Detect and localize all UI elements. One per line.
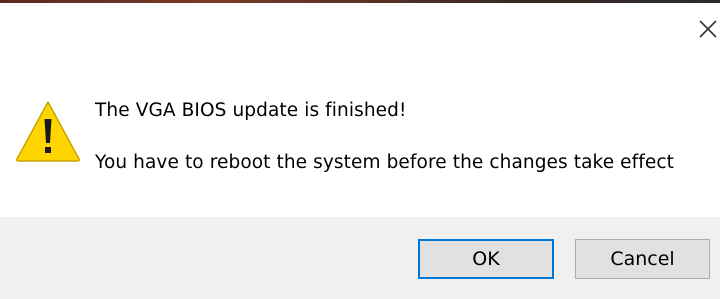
close-icon — [699, 20, 717, 38]
message-dialog: The VGA BIOS update is finished! You hav… — [0, 3, 720, 299]
primary-message: The VGA BIOS update is finished! — [95, 100, 407, 121]
cancel-button[interactable]: Cancel — [575, 239, 710, 279]
dialog-footer: OK Cancel — [0, 217, 720, 299]
warning-triangle-icon — [16, 101, 80, 162]
ok-button[interactable]: OK — [418, 239, 554, 279]
secondary-message: You have to reboot the system before the… — [95, 152, 674, 173]
dialog-content: The VGA BIOS update is finished! You hav… — [0, 3, 720, 217]
close-button[interactable] — [692, 13, 720, 43]
